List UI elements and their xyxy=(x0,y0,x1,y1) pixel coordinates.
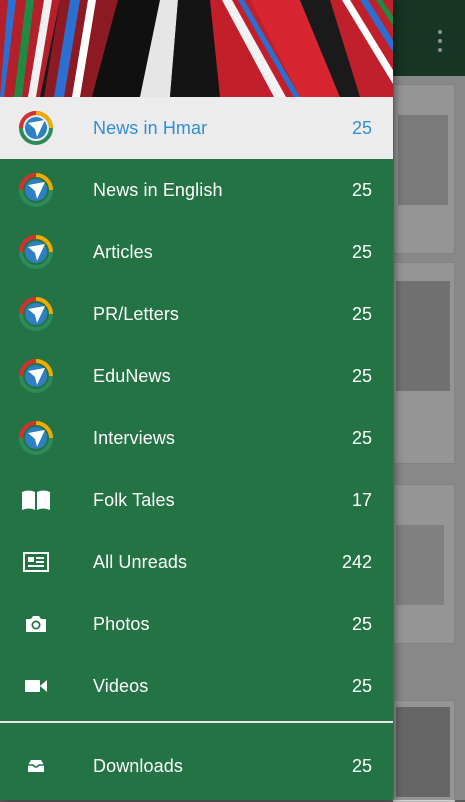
drawer-item-count: 25 xyxy=(351,427,372,448)
drawer-item-interviews[interactable]: Interviews 25 xyxy=(0,407,393,469)
drawer-divider xyxy=(0,721,393,723)
drawer-item-count: 25 xyxy=(351,613,372,634)
feed-logo-icon xyxy=(18,234,54,270)
drawer-item-label: Interviews xyxy=(93,427,176,448)
drawer-scrim[interactable] xyxy=(393,0,465,800)
drawer-item-news-in-hmar[interactable]: News in Hmar 25 xyxy=(0,97,393,159)
feed-logo-icon xyxy=(18,420,54,456)
drawer-item-label: EduNews xyxy=(93,365,171,386)
drawer-item-count: 25 xyxy=(351,241,372,262)
feed-logo-icon xyxy=(18,172,54,208)
drawer-item-photos[interactable]: Photos 25 xyxy=(0,593,393,655)
drawer-item-label: Photos xyxy=(93,613,150,634)
drawer-item-count: 242 xyxy=(341,551,372,572)
newspaper-icon xyxy=(18,544,54,580)
drawer-item-all-unreads[interactable]: All Unreads 242 xyxy=(0,531,393,593)
drawer-item-count: 25 xyxy=(351,675,372,696)
camera-icon xyxy=(18,606,54,642)
drawer-header-image xyxy=(0,0,393,97)
drawer-item-count: 25 xyxy=(351,179,372,200)
feed-logo-icon xyxy=(18,110,54,146)
drawer-menu: News in Hmar 25 News in English 25 Artic… xyxy=(0,97,393,797)
drawer-item-pr-letters[interactable]: PR/Letters 25 xyxy=(0,283,393,345)
drawer-item-count: 25 xyxy=(351,365,372,386)
drawer-item-label: News in Hmar xyxy=(93,117,208,138)
drawer-item-folk-tales[interactable]: Folk Tales 17 xyxy=(0,469,393,531)
drawer-item-count: 25 xyxy=(351,303,372,324)
drawer-item-count: 17 xyxy=(351,489,372,510)
drawer-item-count: 25 xyxy=(351,755,372,776)
drawer-item-count: 25 xyxy=(351,117,372,138)
drawer-item-videos[interactable]: Videos 25 xyxy=(0,655,393,717)
drawer-item-label: PR/Letters xyxy=(93,303,180,324)
drawer-item-label: Folk Tales xyxy=(93,489,175,510)
drawer-item-articles[interactable]: Articles 25 xyxy=(0,221,393,283)
drawer-item-label: All Unreads xyxy=(93,551,188,572)
drawer-item-label: Articles xyxy=(93,241,153,262)
drawer-item-downloads[interactable]: Downloads 25 xyxy=(0,735,393,797)
feed-logo-icon xyxy=(18,358,54,394)
download-tray-icon xyxy=(18,748,54,784)
book-icon xyxy=(18,482,54,518)
navigation-drawer: News in Hmar 25 News in English 25 Artic… xyxy=(0,0,393,800)
videocam-icon xyxy=(18,668,54,704)
drawer-item-label: Downloads xyxy=(93,755,183,776)
feed-logo-icon xyxy=(18,296,54,332)
drawer-item-label: News in English xyxy=(93,179,223,200)
drawer-item-edunews[interactable]: EduNews 25 xyxy=(0,345,393,407)
drawer-item-label: Videos xyxy=(93,675,149,696)
drawer-item-news-in-english[interactable]: News in English 25 xyxy=(0,159,393,221)
